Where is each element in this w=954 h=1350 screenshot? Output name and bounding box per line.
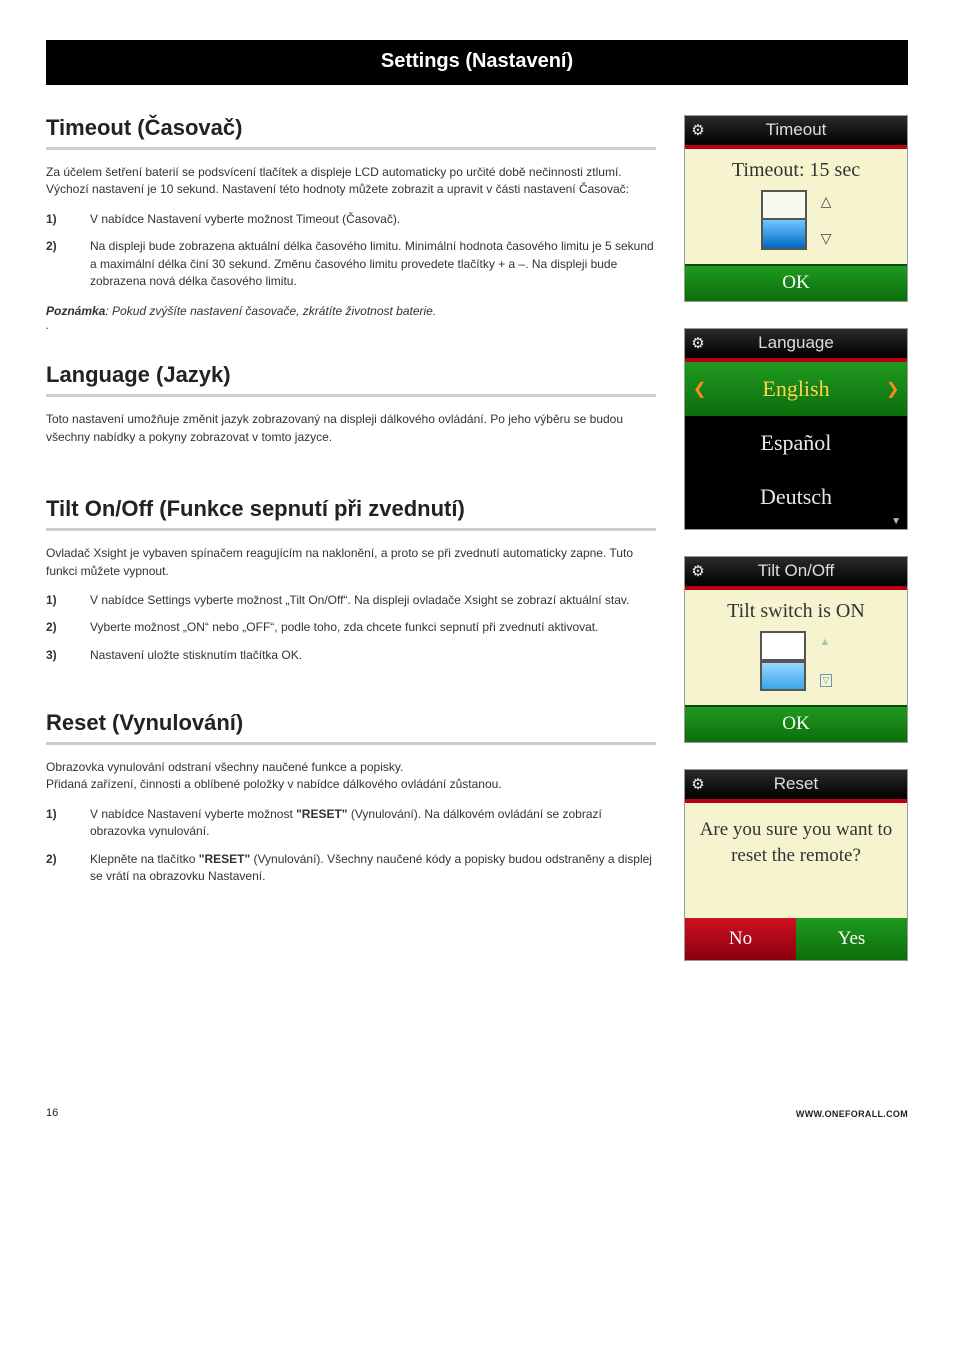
arrow-down-icon[interactable]: ▽ xyxy=(820,674,833,687)
main-content: Timeout (Časovač) Za účelem šetření bate… xyxy=(46,115,656,987)
timeout-step: 2) Na displeji bude zobrazena aktuální d… xyxy=(46,238,656,290)
timeout-note: Poznámka: Pokud zvýšíte nastavení časova… xyxy=(46,304,656,332)
tilt-step: 2) Vyberte možnost „ON“ nebo „OFF“, podl… xyxy=(46,619,656,636)
heading-timeout: Timeout (Časovač) xyxy=(46,115,656,150)
tilt-intro: Ovladač Xsight je vybaven spínačem reagu… xyxy=(46,545,656,580)
page-number: 16 xyxy=(46,1107,58,1119)
heading-reset: Reset (Vynulování) xyxy=(46,710,656,745)
gear-icon: ⚙ xyxy=(685,121,711,139)
screen-reset-title: ⚙ Reset xyxy=(685,770,907,803)
screen-language: ⚙ Language English Español Deutsch ▼ xyxy=(684,328,908,530)
heading-tilt: Tilt On/Off (Funkce sepnutí při zvednutí… xyxy=(46,496,656,531)
screen-timeout-title: ⚙ Timeout xyxy=(685,116,907,149)
heading-language: Language (Jazyk) xyxy=(46,362,656,397)
reset-step: 1) V nabídce Nastavení vyberte možnost "… xyxy=(46,806,656,841)
reset-intro2: Přidaná zařízení, činnosti a oblíbené po… xyxy=(46,776,656,793)
screen-reset: ⚙ Reset Are you sure you want to reset t… xyxy=(684,769,908,961)
tilt-step: 3) Nastavení uložte stisknutím tlačítka … xyxy=(46,647,656,664)
ok-button[interactable]: OK xyxy=(685,264,907,301)
gear-icon: ⚙ xyxy=(685,562,711,580)
tilt-slider[interactable] xyxy=(760,631,806,691)
timeout-slider[interactable] xyxy=(761,190,807,250)
language-intro: Toto nastavení umožňuje změnit jazyk zob… xyxy=(46,411,656,446)
language-option-english[interactable]: English xyxy=(685,362,907,416)
screen-language-title: ⚙ Language xyxy=(685,329,907,362)
preview-column: ⚙ Timeout Timeout: 15 sec △ ▽ OK xyxy=(684,115,908,987)
gear-icon: ⚙ xyxy=(685,334,711,352)
tilt-step: 1) V nabídce Settings vyberte možnost „T… xyxy=(46,592,656,609)
arrow-up-icon[interactable]: ▲ xyxy=(820,636,833,648)
page-footer: 16 WWW.ONEFORALL.COM xyxy=(46,1107,908,1119)
reset-step: 2) Klepněte na tlačítko "RESET" (Vynulov… xyxy=(46,851,656,886)
timeout-value: Timeout: 15 sec xyxy=(685,149,907,186)
arrow-up-icon[interactable]: △ xyxy=(821,193,832,210)
reset-question: Are you sure you want to reset the remot… xyxy=(685,803,907,918)
language-option-espanol[interactable]: Español xyxy=(685,416,907,470)
timeout-step: 1) V nabídce Nastavení vyberte možnost T… xyxy=(46,211,656,228)
reset-intro1: Obrazovka vynulování odstraní všechny na… xyxy=(46,759,656,776)
arrow-down-icon[interactable]: ▽ xyxy=(821,230,832,247)
screen-tilt: ⚙ Tilt On/Off Tilt switch is ON ▲ ▽ OK xyxy=(684,556,908,743)
ok-button[interactable]: OK xyxy=(685,705,907,742)
language-option-deutsch[interactable]: Deutsch xyxy=(685,470,907,516)
tilt-value: Tilt switch is ON xyxy=(685,590,907,627)
yes-button[interactable]: Yes xyxy=(796,918,907,960)
gear-icon: ⚙ xyxy=(685,775,711,793)
screen-timeout: ⚙ Timeout Timeout: 15 sec △ ▽ OK xyxy=(684,115,908,302)
page-title-bar: Settings (Nastavení) xyxy=(46,40,908,85)
footer-url: WWW.ONEFORALL.COM xyxy=(796,1109,908,1119)
timeout-intro: Za účelem šetření baterií se podsvícení … xyxy=(46,164,656,199)
more-indicator-icon: ▼ xyxy=(685,516,907,529)
screen-tilt-title: ⚙ Tilt On/Off xyxy=(685,557,907,590)
no-button[interactable]: No xyxy=(685,918,796,960)
